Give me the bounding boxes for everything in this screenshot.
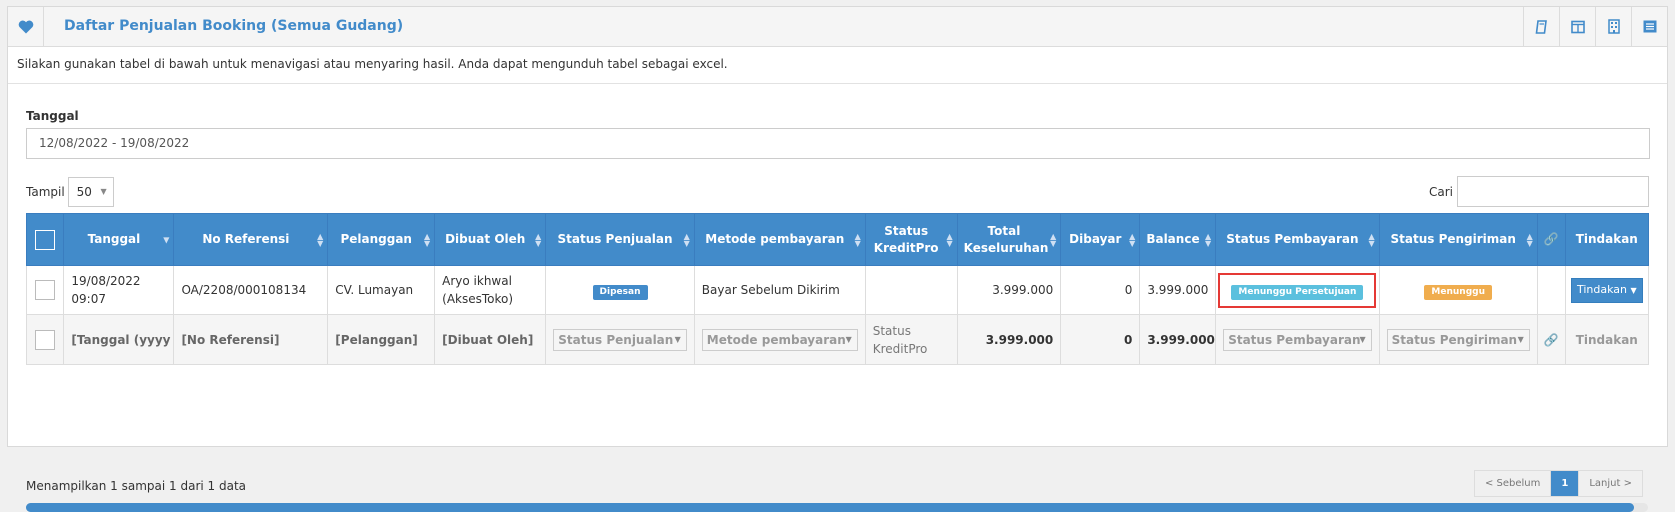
cell-ref: OA/2208/000108134	[173, 265, 329, 315]
filter-checkbox[interactable]	[35, 329, 56, 350]
cell-balance: 3.999.000	[1139, 265, 1217, 315]
page-1-button[interactable]: 1	[1550, 471, 1579, 496]
select-all-header[interactable]	[25, 213, 65, 266]
row-checkbox[interactable]	[35, 280, 56, 300]
col-total-keseluruhan[interactable]: Total Keseluruhan ▲ ▼	[956, 213, 1062, 266]
cell-payment-status: Menunggu Persetujuan	[1215, 265, 1380, 315]
sales-booking-panel: Daftar Penjualan Booking (Semua Gudang) …	[7, 6, 1668, 512]
filter-delivery-status-select[interactable]: Status Pengiriman ▼	[1386, 328, 1530, 351]
cell-total: 3.999.000	[956, 265, 1062, 315]
col-status-kreditpro[interactable]: Status KreditPro ▲ ▼	[864, 213, 958, 266]
delivery-status-badge: Menunggu	[1424, 284, 1492, 300]
search-input[interactable]	[1457, 176, 1649, 207]
filter-balance: 3.999.000	[1139, 314, 1217, 365]
filter-total: 3.999.000	[956, 314, 1062, 365]
sort-icon: ▲ ▼	[1526, 231, 1533, 248]
sale-status-badge: Dipesan	[592, 284, 648, 300]
show-entries-label: Tampil	[26, 185, 65, 199]
pagination: < Sebelum 1 Lanjut >	[1473, 470, 1643, 497]
list-icon[interactable]	[1631, 7, 1667, 46]
cell-delivery-status: Menunggu	[1378, 265, 1538, 315]
filter-created-by[interactable]: [Dibuat Oleh]	[434, 314, 547, 365]
col-dibuat-oleh[interactable]: Dibuat Oleh ▲ ▼	[434, 213, 547, 266]
next-page-button[interactable]: Lanjut >	[1578, 471, 1642, 496]
chevron-down-icon: ▼	[1359, 334, 1366, 344]
highlight-box: Menunggu Persetujuan	[1218, 272, 1377, 308]
sort-icon: ▲ ▼	[1050, 231, 1057, 248]
building-icon[interactable]	[1595, 7, 1631, 46]
sort-icon: ▲ ▼	[317, 231, 324, 248]
sort-icon: ▲ ▼	[1368, 231, 1375, 248]
col-link: 🔗	[1536, 213, 1566, 266]
filter-sale-status-select[interactable]: Status Penjualan ▼	[553, 328, 687, 351]
date-range-input[interactable]: 12/08/2022 - 19/08/2022	[26, 128, 1650, 159]
filter-payment-method-select[interactable]: Metode pembayaran ▼	[701, 328, 858, 351]
sort-desc-icon: ▼	[163, 235, 170, 244]
action-dropdown-button[interactable]: Tindakan ▼	[1570, 277, 1643, 303]
payment-status-badge: Menunggu Persetujuan	[1231, 284, 1364, 300]
filter-ref[interactable]: [No Referensi]	[173, 314, 329, 365]
page-title: Daftar Penjualan Booking (Semua Gudang)	[64, 18, 404, 34]
chevron-down-icon: ▼	[1517, 334, 1524, 344]
cell-action: Tindakan ▼	[1564, 265, 1650, 315]
show-entries-value: 50	[76, 185, 92, 199]
cell-sale-status: Dipesan	[545, 265, 695, 315]
cell-paid: 0	[1060, 265, 1141, 315]
prev-page-button[interactable]: < Sebelum	[1475, 471, 1550, 496]
col-dibayar[interactable]: Dibayar ▲ ▼	[1060, 213, 1141, 266]
scrollbar-thumb[interactable]	[26, 503, 1634, 512]
filter-row: [Tanggal (yyyy [No Referensi] [Pelanggan…	[25, 314, 1650, 365]
col-balance[interactable]: Balance ▲ ▼	[1139, 213, 1217, 266]
date-range-label: Tanggal	[26, 109, 79, 123]
col-status-penjualan[interactable]: Status Penjualan ▲ ▼	[545, 213, 695, 266]
cell-kreditpro	[864, 265, 958, 315]
col-status-pengiriman[interactable]: Status Pengiriman ▲ ▼	[1378, 213, 1538, 266]
col-no-referensi[interactable]: No Referensi ▲ ▼	[173, 213, 329, 266]
chevron-down-icon: ▼	[845, 334, 852, 344]
col-metode-pembayaran[interactable]: Metode pembayaran ▲ ▼	[693, 213, 866, 266]
cell-payment-method: Bayar Sebelum Dikirim	[693, 265, 866, 315]
sales-table: Tanggal ▼ No Referensi ▲ ▼ Pelanggan ▲ ▼ Dibu…	[25, 213, 1650, 365]
cell-date: 19/08/2022 09:07	[63, 265, 175, 315]
cell-created-by: Aryo ikhwal (AksesToko)	[434, 265, 547, 315]
horizontal-scrollbar[interactable]	[26, 503, 1648, 512]
book-icon[interactable]	[1523, 7, 1559, 46]
col-tanggal[interactable]: Tanggal ▼	[63, 213, 175, 266]
col-status-pembayaran[interactable]: Status Pembayaran ▲ ▼	[1215, 213, 1380, 266]
caret-down-icon: ▼	[1630, 285, 1637, 295]
table-info: Menampilkan 1 sampai 1 dari 1 data	[26, 479, 247, 493]
col-pelanggan[interactable]: Pelanggan ▲ ▼	[327, 213, 436, 266]
sort-icon: ▲ ▼	[1129, 231, 1136, 248]
col-tindakan: Tindakan	[1564, 213, 1650, 266]
filter-paid: 0	[1060, 314, 1141, 365]
table-row[interactable]: 19/08/2022 09:07 OA/2208/000108134 CV. Lu…	[25, 265, 1650, 315]
heart-icon	[8, 7, 44, 46]
sort-icon: ▲ ▼	[854, 231, 861, 248]
sort-icon: ▲ ▼	[946, 231, 953, 248]
show-entries-select[interactable]: 50 ▼	[67, 177, 114, 207]
filter-customer[interactable]: [Pelanggan]	[327, 314, 436, 365]
cell-customer: CV. Lumayan	[327, 265, 436, 315]
filter-payment-status-select[interactable]: Status Pembayaran ▼	[1223, 328, 1372, 351]
sort-icon: ▲ ▼	[1205, 231, 1212, 248]
sort-icon: ▲ ▼	[683, 231, 690, 248]
chevron-down-icon: ▼	[100, 187, 107, 196]
columns-icon[interactable]	[1559, 7, 1595, 46]
chevron-down-icon: ▼	[674, 334, 681, 344]
filter-action: Tindakan	[1564, 314, 1650, 365]
select-all-checkbox[interactable]	[35, 229, 56, 250]
filter-kreditpro: Status KreditPro	[864, 314, 958, 365]
cell-link	[1536, 265, 1566, 315]
sort-icon: ▲ ▼	[535, 231, 542, 248]
panel-header: Daftar Penjualan Booking (Semua Gudang)	[8, 7, 1667, 47]
sort-icon: ▲ ▼	[423, 231, 431, 248]
intro-text: Silakan gunakan tabel di bawah untuk men…	[8, 47, 1667, 84]
link-icon: 🔗	[1536, 314, 1566, 365]
link-icon: 🔗	[1543, 232, 1559, 246]
search-label: Cari	[1429, 184, 1453, 199]
filter-date[interactable]: [Tanggal (yyyy	[63, 314, 175, 365]
